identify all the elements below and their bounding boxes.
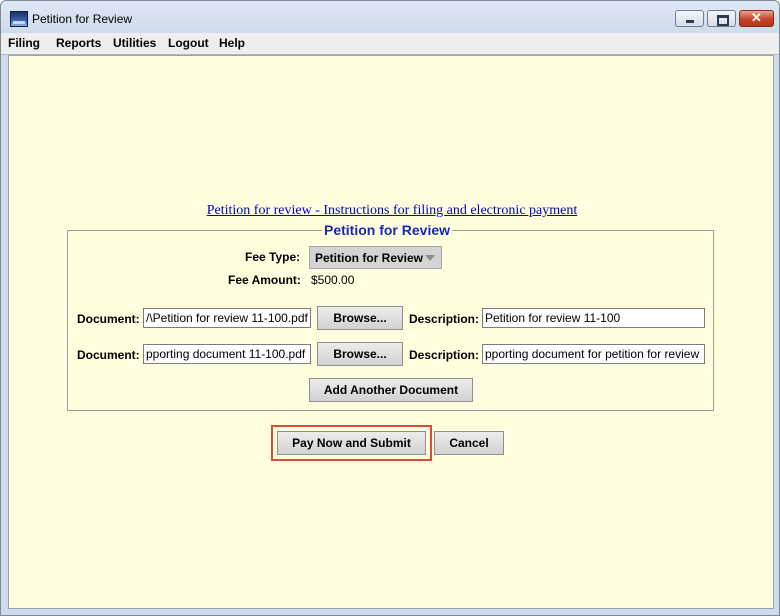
menu-logout[interactable]: Logout: [168, 36, 209, 50]
document-path-field[interactable]: /\Petition for review 11-100.pdf: [143, 308, 311, 328]
description-field[interactable]: pporting document for petition for revie…: [482, 344, 705, 364]
document-path-field[interactable]: pporting document 11-100.pdf: [143, 344, 311, 364]
close-icon: ✕: [751, 10, 762, 25]
menu-utilities[interactable]: Utilities: [113, 36, 156, 50]
pay-now-submit-button[interactable]: Pay Now and Submit: [277, 431, 426, 455]
maximize-button[interactable]: [707, 10, 736, 27]
menu-reports[interactable]: Reports: [56, 36, 101, 50]
fee-amount-value: $500.00: [311, 273, 355, 287]
petition-group-box: Petition for Review Fee Type: Petition f…: [67, 222, 714, 411]
menu-help[interactable]: Help: [219, 36, 245, 50]
group-title: Petition for Review: [322, 222, 453, 238]
close-button[interactable]: ✕: [739, 10, 774, 27]
content-panel: Petition for review - Instructions for f…: [8, 55, 774, 609]
menu-filing[interactable]: Filing: [8, 36, 40, 50]
instructions-link[interactable]: Petition for review - Instructions for f…: [9, 203, 775, 219]
fee-amount-label: Fee Amount:: [228, 273, 301, 287]
description-label: Description:: [409, 312, 480, 326]
description-field[interactable]: Petition for review 11-100: [482, 308, 705, 328]
cancel-button[interactable]: Cancel: [434, 431, 504, 455]
fee-type-label: Fee Type:: [245, 250, 301, 264]
menu-bar: Filing Reports Utilities Logout Help: [1, 33, 779, 55]
browse-button[interactable]: Browse...: [317, 342, 403, 366]
chevron-down-icon: [425, 255, 435, 261]
window-title: Petition for Review: [32, 12, 133, 26]
app-icon: [10, 11, 28, 27]
minimize-button[interactable]: [675, 10, 704, 27]
description-label: Description:: [409, 348, 480, 362]
fee-type-value: Petition for Review: [315, 251, 424, 265]
fee-type-select[interactable]: Petition for Review: [309, 246, 442, 269]
document-label: Document:: [77, 312, 140, 326]
title-bar[interactable]: Petition for Review ✕: [1, 1, 779, 33]
add-document-button[interactable]: Add Another Document: [309, 378, 473, 402]
browse-button[interactable]: Browse...: [317, 306, 403, 330]
document-label: Document:: [77, 348, 140, 362]
application-window: Petition for Review ✕ Filing Reports Uti…: [0, 0, 780, 616]
